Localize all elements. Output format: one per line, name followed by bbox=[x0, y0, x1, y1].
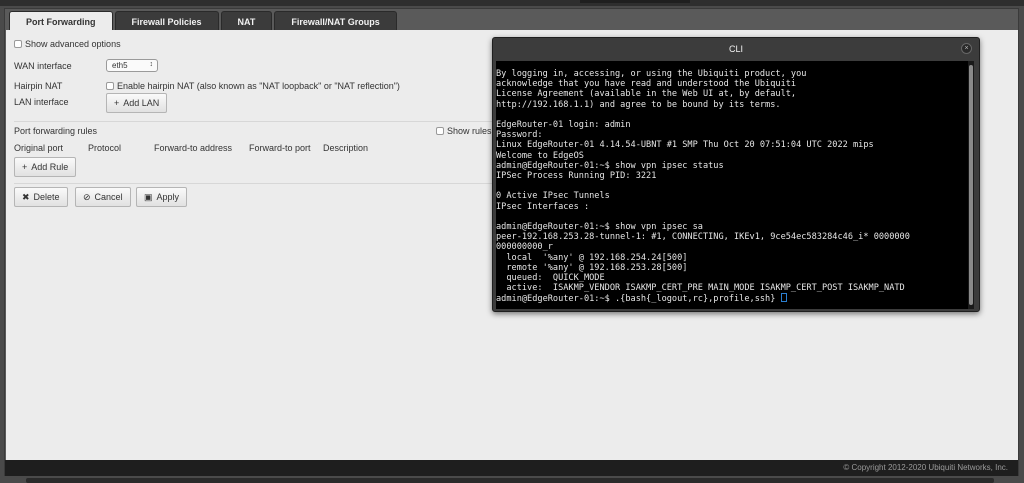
terminal-line: admin@EdgeRouter-01:~$ show vpn ipsec sa bbox=[496, 222, 703, 233]
hairpin-nat-text: Enable hairpin NAT (also known as "NAT l… bbox=[117, 81, 400, 91]
terminal-line: Linux EdgeRouter-01 4.14.54-UBNT #1 SMP … bbox=[496, 140, 874, 151]
updown-arrow-icon: ↕ bbox=[149, 61, 154, 68]
terminal-line: peer-192.168.253.28-tunnel-1: #1, CONNEC… bbox=[496, 232, 910, 243]
tab-firewall-nat-groups[interactable]: Firewall/NAT Groups bbox=[274, 11, 397, 31]
add-rule-button[interactable]: + Add Rule bbox=[14, 157, 77, 177]
tab-nat[interactable]: NAT bbox=[220, 11, 273, 31]
cancel-label: Cancel bbox=[94, 192, 123, 202]
cancel-button[interactable]: ⊘ Cancel bbox=[75, 187, 131, 207]
terminal-line: queued: QUICK_MODE bbox=[496, 273, 605, 284]
rules-title: Port forwarding rules bbox=[14, 126, 98, 136]
col-original-port: Original port bbox=[14, 143, 64, 153]
col-forward-to-port: Forward-to port bbox=[249, 143, 311, 153]
show-rules-row: Show rules bbox=[436, 126, 492, 136]
terminal[interactable]: By logging in, accessing, or using the U… bbox=[496, 61, 974, 309]
tab-port-forwarding[interactable]: Port Forwarding bbox=[9, 11, 113, 31]
show-advanced-label: Show advanced options bbox=[25, 39, 121, 49]
terminal-line: http://192.168.1.1) and agree to be boun… bbox=[496, 99, 781, 110]
wan-interface-select[interactable]: eth5 ↕ bbox=[106, 59, 158, 72]
scrollbar-thumb[interactable] bbox=[969, 65, 973, 305]
floppy-icon: ▣ bbox=[144, 191, 153, 202]
col-forward-to-address: Forward-to address bbox=[154, 143, 233, 153]
col-protocol: Protocol bbox=[88, 143, 122, 153]
divider bbox=[14, 183, 498, 184]
hairpin-row: Enable hairpin NAT (also known as "NAT l… bbox=[106, 81, 400, 91]
delete-button[interactable]: ✖ Delete bbox=[14, 187, 68, 207]
show-rules-checkbox[interactable] bbox=[436, 127, 444, 135]
add-lan-button[interactable]: + Add LAN bbox=[106, 93, 168, 113]
terminal-line: admin@EdgeRouter-01:~$ show vpn ipsec st… bbox=[496, 160, 724, 171]
top-strip bbox=[0, 0, 1024, 6]
cli-window[interactable]: CLI × By logging in, accessing, or using… bbox=[492, 37, 980, 312]
hairpin-nat-checkbox[interactable] bbox=[106, 82, 114, 90]
tab-firewall-policies[interactable]: Firewall Policies bbox=[114, 11, 219, 31]
cli-title: CLI bbox=[728, 44, 743, 54]
terminal-line: local '%any' @ 192.168.254.24[500] bbox=[496, 252, 688, 263]
tab-bar: Port Forwarding Firewall Policies NAT Fi… bbox=[9, 11, 399, 31]
copyright-text: © Copyright 2012-2020 Ubiquiti Networks,… bbox=[843, 463, 1008, 472]
terminal-line: License Agreement (available in the Web … bbox=[496, 89, 797, 100]
wan-interface-label: WAN interface bbox=[14, 61, 72, 71]
hairpin-nat-label: Hairpin NAT bbox=[14, 81, 63, 91]
show-advanced-checkbox[interactable] bbox=[14, 40, 22, 48]
terminal-line: IPsec Interfaces : bbox=[496, 201, 590, 212]
terminal-line: Password: bbox=[496, 130, 543, 141]
terminal-line: EdgeRouter-01 login: admin bbox=[496, 120, 631, 131]
apply-button[interactable]: ▣ Apply bbox=[136, 187, 188, 207]
add-rule-label: Add Rule bbox=[31, 162, 69, 172]
terminal-output: By logging in, accessing, or using the U… bbox=[496, 69, 910, 305]
x-icon: ✖ bbox=[22, 191, 30, 202]
show-rules-label: Show rules bbox=[447, 126, 492, 136]
add-lan-label: Add LAN bbox=[123, 98, 160, 108]
divider bbox=[14, 121, 498, 122]
terminal-line: IPSec Process Running PID: 3221 bbox=[496, 171, 657, 182]
plus-icon: + bbox=[114, 98, 120, 108]
delete-label: Delete bbox=[33, 192, 60, 202]
bottom-bar bbox=[26, 478, 994, 483]
terminal-line: By logging in, accessing, or using the U… bbox=[496, 69, 807, 79]
terminal-line: admin@EdgeRouter-01:~$ .{bash{_logout,rc… bbox=[496, 294, 781, 305]
terminal-line: active: ISAKMP_VENDOR ISAKMP_CERT_PRE MA… bbox=[496, 283, 905, 294]
terminal-line: acknowledge that you have read and under… bbox=[496, 79, 797, 90]
terminal-line: remote '%any' @ 192.168.253.28[500] bbox=[496, 262, 688, 273]
terminal-line: 0 Active IPsec Tunnels bbox=[496, 191, 610, 202]
top-strip-segment bbox=[580, 0, 690, 3]
cancel-circle-icon: ⊘ bbox=[83, 191, 91, 202]
terminal-scrollbar[interactable] bbox=[968, 61, 974, 309]
wan-interface-value: eth5 bbox=[112, 61, 128, 70]
terminal-line: 000000000_r bbox=[496, 242, 553, 253]
apply-label: Apply bbox=[156, 192, 180, 202]
close-icon[interactable]: × bbox=[961, 43, 972, 54]
terminal-cursor bbox=[780, 293, 787, 303]
terminal-line: Welcome to EdgeOS bbox=[496, 150, 584, 161]
plus-icon: + bbox=[22, 162, 28, 172]
footer: © Copyright 2012-2020 Ubiquiti Networks,… bbox=[5, 460, 1018, 476]
lan-interface-label: LAN interface bbox=[14, 97, 69, 107]
col-description: Description bbox=[323, 143, 369, 153]
show-advanced-row: Show advanced options bbox=[14, 39, 121, 49]
